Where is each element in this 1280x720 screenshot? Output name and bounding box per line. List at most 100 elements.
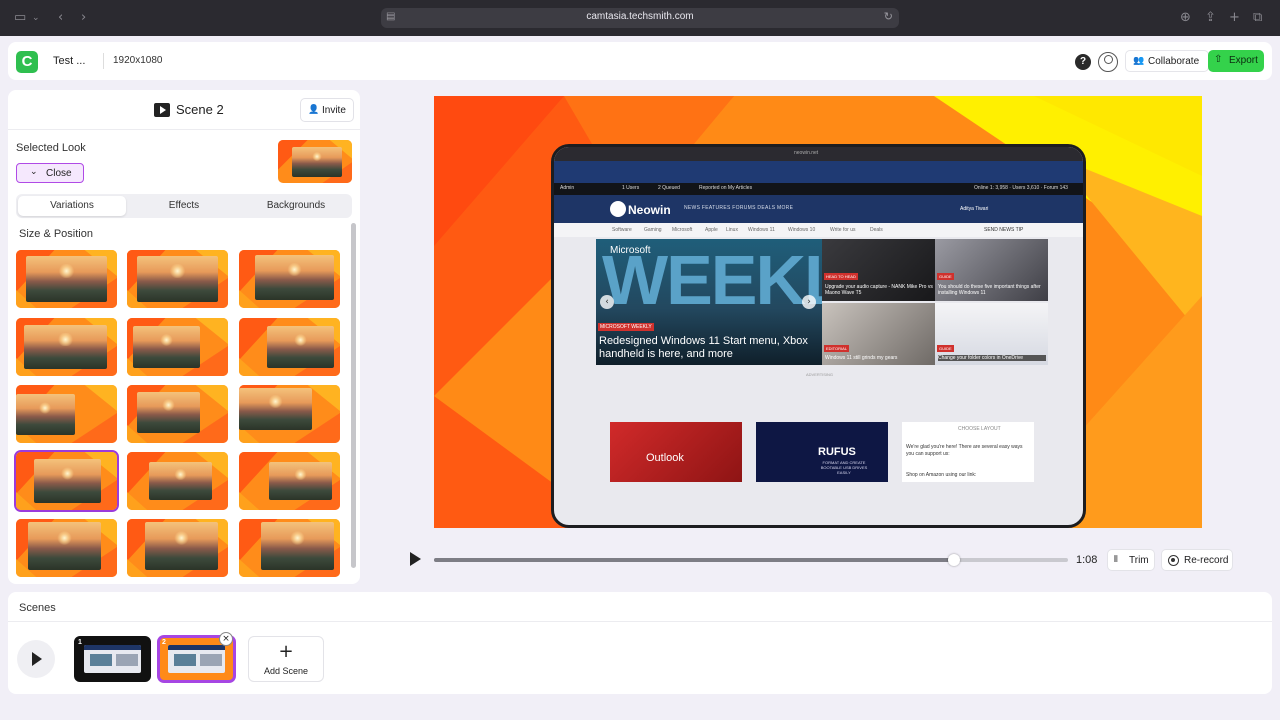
- hero-brand: Microsoft: [610, 245, 651, 256]
- support-text: We're glad you're here! There are severa…: [906, 444, 1023, 457]
- download-icon[interactable]: ⊕: [1180, 10, 1191, 26]
- variation-thumbnail[interactable]: [127, 385, 228, 443]
- variation-thumbnail[interactable]: [16, 385, 117, 443]
- panel-scrollbar[interactable]: [351, 223, 356, 568]
- recorded-banner: [554, 161, 1083, 183]
- variation-thumbnail[interactable]: [127, 519, 228, 577]
- sub-nav-item: Write for us: [830, 227, 856, 233]
- scenes-bar: Scenes 1 2 + Add Scene: [8, 592, 1272, 694]
- sub-nav-item: Apple: [705, 227, 718, 233]
- selected-look-thumbnail[interactable]: [278, 140, 352, 183]
- chevron-down-icon[interactable]: ⌄: [32, 10, 40, 26]
- tab-variations[interactable]: Variations: [18, 196, 126, 216]
- help-button[interactable]: ?: [1075, 54, 1091, 70]
- variation-thumbnail[interactable]: [127, 452, 228, 510]
- timeline-progress: [434, 558, 954, 562]
- admin-strip: Admin 1 Users 2 Queued Reported on My Ar…: [554, 183, 1083, 195]
- play-icon[interactable]: [410, 552, 421, 566]
- sub-nav-item: Windows 10: [788, 227, 816, 233]
- resolution-label[interactable]: 1920x1080: [113, 55, 163, 66]
- article-card: GUIDE You should do these five important…: [935, 239, 1048, 301]
- preview-canvas[interactable]: neowin.net Admin 1 Users 2 Queued Report…: [434, 96, 1202, 528]
- back-arrow-icon[interactable]: ‹: [58, 10, 63, 26]
- variation-thumbnail[interactable]: [16, 250, 117, 308]
- variation-thumbnail[interactable]: [239, 250, 340, 308]
- scene-title[interactable]: Scene 2: [176, 102, 224, 117]
- new-tab-icon[interactable]: +: [1229, 10, 1240, 26]
- variation-thumbnail[interactable]: [239, 452, 340, 510]
- rufus-ad: RUFUS FORMAT AND CREATE BOOTABLE USB DRI…: [756, 422, 888, 482]
- variation-thumbnail[interactable]: [127, 318, 228, 376]
- variation-thumbnail[interactable]: [127, 250, 228, 308]
- sub-nav-item: Microsoft: [672, 227, 693, 233]
- admin-label: Admin: [560, 185, 575, 191]
- scene-thumbnail: [168, 645, 225, 673]
- sidebar-toggle-icon[interactable]: ▭: [14, 10, 26, 26]
- mountain-image: [261, 522, 334, 571]
- chevron-right-icon: ›: [802, 295, 816, 309]
- mountain-image: [16, 394, 75, 435]
- people-icon: 👥: [1133, 55, 1145, 65]
- variation-thumbnail[interactable]: [239, 318, 340, 376]
- mountain-image: [24, 324, 107, 370]
- queued-label: 2 Queued: [658, 185, 680, 191]
- reload-icon[interactable]: ↻: [884, 10, 893, 23]
- mountain-image: [145, 522, 218, 571]
- variation-thumbnail[interactable]: [239, 385, 340, 443]
- remove-scene-button[interactable]: ×: [219, 632, 233, 646]
- card-tag: GUIDE: [937, 273, 954, 280]
- sub-nav-item: Deals: [870, 227, 883, 233]
- mountain-image: [26, 255, 107, 303]
- neowin-logo-icon: [610, 201, 626, 217]
- rerecord-label: Re-record: [1184, 555, 1229, 566]
- variation-thumbnail[interactable]: [16, 318, 117, 376]
- forward-arrow-icon[interactable]: ›: [81, 10, 86, 26]
- screen-recording[interactable]: neowin.net Admin 1 Users 2 Queued Report…: [551, 144, 1086, 528]
- play-all-scenes-button[interactable]: [17, 640, 55, 678]
- close-looks-button[interactable]: ⌄ Close: [16, 163, 84, 183]
- tab-backgrounds[interactable]: Backgrounds: [242, 196, 350, 216]
- variation-thumbnail[interactable]: [239, 519, 340, 577]
- header-divider: [103, 53, 104, 69]
- site-sub-nav: Software Gaming Microsoft Apple Linux Wi…: [554, 223, 1083, 237]
- rerecord-button[interactable]: Re-record: [1161, 549, 1233, 571]
- card-tag: EDITORIAL: [824, 345, 850, 352]
- tab-effects[interactable]: Effects: [130, 196, 238, 216]
- tab-overview-icon[interactable]: ⧉: [1253, 10, 1262, 26]
- export-button[interactable]: ⇧ Export: [1208, 50, 1264, 72]
- variation-thumbnail[interactable]: [16, 519, 117, 577]
- timeline-scrubber[interactable]: [434, 554, 1068, 566]
- video-icon: [154, 103, 170, 117]
- collaborate-button[interactable]: 👥 Collaborate: [1125, 50, 1209, 72]
- choose-layout-label: CHOOSE LAYOUT: [958, 426, 1001, 432]
- collaborate-label: Collaborate: [1148, 56, 1200, 67]
- trim-button[interactable]: ⫴ Trim: [1107, 549, 1155, 571]
- user-avatar-icon[interactable]: [1098, 52, 1118, 72]
- chevron-left-icon: ‹: [600, 295, 614, 309]
- mountain-image: [239, 387, 312, 430]
- add-scene-button[interactable]: + Add Scene: [248, 636, 324, 682]
- mountain-image: [28, 522, 101, 571]
- recorded-browser-bar: neowin.net: [554, 147, 1083, 161]
- variation-thumbnail[interactable]: [16, 452, 117, 510]
- camtasia-logo-icon[interactable]: C: [16, 51, 38, 73]
- export-label: Export: [1229, 55, 1258, 66]
- mountain-image: [267, 326, 334, 368]
- card-tag: HEAD TO HEAD: [824, 273, 858, 280]
- sub-nav-item: Software: [612, 227, 632, 233]
- scene-card-1[interactable]: 1: [74, 636, 151, 682]
- record-icon: [1168, 555, 1179, 566]
- project-name[interactable]: Test ...: [53, 55, 85, 67]
- size-position-heading: Size & Position: [19, 228, 93, 240]
- mountain-image: [269, 462, 332, 500]
- plus-icon: +: [278, 641, 294, 662]
- invite-button[interactable]: 👤 Invite: [300, 98, 354, 122]
- outlook-ad: Outlook: [610, 422, 742, 482]
- playhead-handle[interactable]: [947, 554, 960, 566]
- share-icon[interactable]: ⇪: [1205, 10, 1216, 26]
- address-bar[interactable]: ▤ camtasia.techsmith.com ↻: [381, 8, 899, 28]
- shop-text: Shop on Amazon using our link:: [906, 472, 977, 478]
- trim-icon: ⫴: [1114, 554, 1118, 564]
- reported-label: Reported on My Articles: [699, 185, 753, 191]
- article-card: GUIDE Change your folder colors in OneDr…: [935, 303, 1048, 365]
